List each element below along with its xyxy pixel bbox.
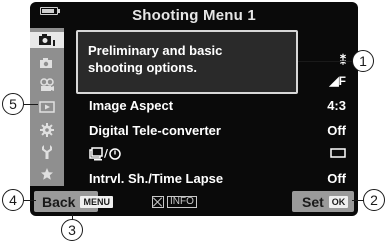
menu-row-interval-shooting[interactable]: Intrvl. Sh./Time Lapse Off	[64, 169, 358, 187]
callout-2: 2	[363, 189, 385, 211]
tab-shooting-menu-2[interactable]	[38, 55, 56, 71]
interval-shooting-label: Intrvl. Sh./Time Lapse	[89, 170, 224, 186]
tab-my-menu[interactable]	[38, 166, 56, 182]
callout-4: 4	[2, 189, 24, 211]
svg-text:/: /	[104, 147, 109, 160]
set-button[interactable]: Set OK	[292, 191, 354, 212]
callout-3: 3	[61, 219, 83, 241]
video-tab-icon	[40, 78, 54, 91]
image-aspect-value: 4:3	[327, 97, 346, 113]
menu-title: Shooting Menu 1	[132, 6, 256, 24]
menu-key-icon: MENU	[80, 195, 113, 208]
menu-row-drive-self-timer[interactable]: /	[64, 145, 358, 163]
set-label: Set	[302, 193, 324, 210]
menu-row-image-aspect[interactable]: Image Aspect 4:3	[64, 96, 358, 114]
menu-row-digital-tele-converter[interactable]: Digital Tele-converter Off	[64, 121, 358, 139]
back-button[interactable]: Back MENU	[34, 191, 113, 212]
menu-bottom-bar: Back MENU INFO Set OK	[30, 188, 358, 216]
tooltip-line-2: shooting options.	[88, 60, 198, 75]
drive-self-timer-icon: /	[89, 147, 121, 161]
single-frame-drive-icon	[330, 147, 346, 158]
custom-gear-tab-icon	[40, 123, 54, 137]
back-label: Back	[42, 193, 76, 210]
interval-shooting-value: Off	[327, 170, 346, 186]
callout-1: 1	[352, 50, 374, 72]
info-label: INFO	[167, 196, 197, 208]
tooltip-line-1: Preliminary and basic	[88, 43, 223, 58]
menu-description-tooltip: Preliminary and basic shooting options.	[76, 30, 298, 94]
battery-icon	[40, 7, 60, 15]
callout-4-leader	[24, 200, 36, 201]
tab-video-menu[interactable]	[38, 77, 56, 93]
info-button-icon	[152, 196, 164, 208]
menu-header: Shooting Menu 1	[30, 2, 358, 28]
callout-5-leader	[24, 104, 38, 105]
digital-tele-converter-label: Digital Tele-converter	[89, 122, 221, 138]
tab-shooting-menu-1[interactable]	[30, 32, 64, 48]
mymenu-star-tab-icon	[41, 168, 53, 180]
callout-5: 5	[2, 93, 24, 115]
setup-wrench-tab-icon	[42, 145, 52, 159]
tab-playback-menu[interactable]	[38, 99, 56, 115]
menu-tab-sidebar	[30, 28, 64, 186]
camera-menu-screen: Shooting Menu 1 ◢F Image Aspect 4:3 Digi…	[30, 2, 358, 216]
ok-key-icon: OK	[328, 195, 349, 208]
callout-1-leader	[298, 61, 353, 62]
playback-tab-icon	[39, 101, 55, 113]
image-quality-lf-icon: ◢F	[329, 74, 346, 88]
camera-1-tab-icon	[39, 34, 55, 46]
info-hint: INFO	[152, 196, 197, 208]
tab-custom-menu[interactable]	[38, 122, 56, 138]
image-aspect-label: Image Aspect	[89, 97, 174, 113]
camera-2-tab-icon	[40, 58, 52, 68]
digital-tele-converter-value: Off	[327, 122, 346, 138]
tab-setup-menu[interactable]	[38, 144, 56, 160]
